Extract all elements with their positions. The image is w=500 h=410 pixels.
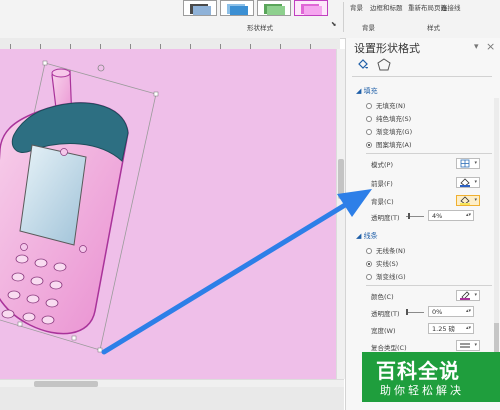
watermark-logo: 百科全说 助你轻松解决 (362, 352, 500, 402)
watermark-title: 百科全说 (376, 359, 460, 383)
annotation-arrow-icon (101, 189, 372, 355)
watermark-subtitle: 助你轻松解决 (380, 384, 464, 397)
